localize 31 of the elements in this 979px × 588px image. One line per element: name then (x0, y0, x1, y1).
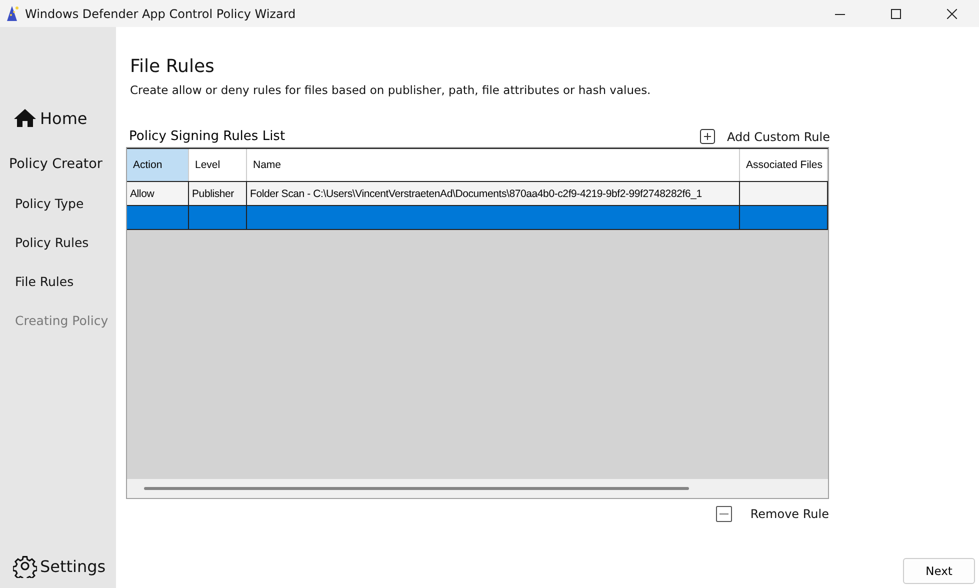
column-header[interactable]: Associated Files (740, 149, 828, 181)
minus-icon[interactable] (716, 506, 732, 522)
column-header[interactable]: Action (127, 149, 189, 181)
home-icon (13, 108, 37, 128)
add-custom-rule-button[interactable]: Add Custom Rule (723, 130, 830, 144)
home-link[interactable]: Home (0, 108, 116, 128)
table-cell: Folder Scan - C:\Users\VincentVerstraetenAd\Documents\870aa4b0-c2f9-4219-9bf2-99f2748282f6_1 (250, 188, 702, 200)
scrollbar-thumb[interactable] (144, 487, 689, 490)
nav-item[interactable]: Policy Rules (0, 223, 116, 262)
table-row[interactable]: Allow Publisher Folder Scan - C:\Users\VincentVerstraetenAd\Documents\870aa4b0-c2f9-4219-9bf2-99f2748282f6_1 (127, 182, 828, 206)
table-cell: Publisher (192, 188, 234, 200)
settings-icon (13, 554, 37, 578)
window-title: Windows Defender App Control Policy Wizard (25, 6, 296, 20)
table-cell: Allow (130, 188, 154, 200)
settings-link[interactable]: Settings (0, 554, 116, 578)
nav-item[interactable]: Policy Type (0, 184, 116, 223)
page-description: Create allow or deny rules for files based on publisher, path, file attributes or hash values. (130, 83, 652, 97)
page-title: File Rules (130, 56, 216, 77)
close-icon[interactable] (947, 8, 957, 18)
plus-icon[interactable] (700, 129, 716, 144)
remove-rule-button[interactable]: Remove Rule (746, 507, 829, 521)
column-header[interactable]: Name (247, 149, 740, 181)
table-title: Policy Signing Rules List (129, 129, 286, 144)
column-header[interactable]: Level (189, 149, 247, 181)
next-button[interactable]: Next (903, 558, 975, 584)
section-heading: Policy Creator (8, 155, 104, 174)
nav-item[interactable]: File Rules (0, 262, 116, 301)
table-row[interactable] (127, 206, 828, 230)
horizontal-scrollbar[interactable] (127, 479, 828, 498)
maximize-icon[interactable] (891, 8, 901, 18)
app-icon (5, 6, 19, 22)
